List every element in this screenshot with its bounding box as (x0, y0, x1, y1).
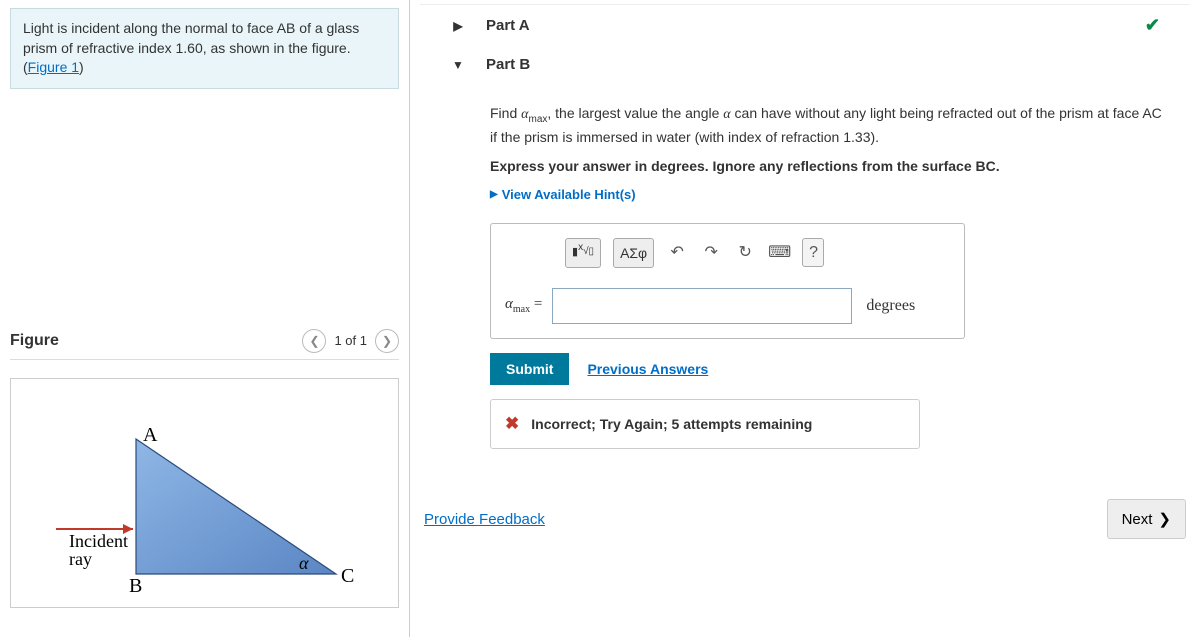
figure-section: Figure ❮ 1 of 1 ❯ A B C (10, 329, 399, 608)
label-alpha: α (299, 553, 309, 573)
submit-row: Submit Previous Answers (490, 353, 1172, 385)
answer-toolbar: ▮x√▯ ΑΣφ ↶ ↷ ↻ ⌨ ? (565, 238, 950, 268)
label-C: C (341, 565, 354, 587)
caret-down-icon: ▼ (450, 58, 466, 72)
part-b-content: Find αmax, the largest value the angle α… (420, 83, 1190, 459)
right-panel: ▶ Part A ✔ ▼ Part B Find αmax, the large… (410, 0, 1200, 637)
greek-tool-button[interactable]: ΑΣφ (613, 238, 654, 268)
problem-intro: Light is incident along the normal to fa… (10, 8, 399, 89)
feedback-text: Incorrect; Try Again; 5 attempts remaini… (531, 414, 812, 434)
chevron-right-icon: ❯ (1158, 510, 1171, 528)
label-ray: ray (69, 549, 92, 569)
help-button[interactable]: ? (802, 238, 824, 267)
caret-right-icon: ▶ (490, 188, 498, 203)
answer-box: ▮x√▯ ΑΣφ ↶ ↷ ↻ ⌨ ? αmax = degrees (490, 223, 965, 339)
caret-right-icon: ▶ (450, 19, 466, 33)
view-hints-link[interactable]: ▶ View Available Hint(s) (490, 186, 636, 205)
label-incident: Incident (69, 531, 128, 551)
reset-icon[interactable]: ↻ (734, 241, 756, 264)
intro-text-after: ) (79, 59, 84, 75)
figure-link[interactable]: Figure 1 (28, 59, 79, 75)
figure-canvas: A B C α Incident ray (10, 378, 399, 608)
provide-feedback-link[interactable]: Provide Feedback (424, 511, 545, 528)
input-var-label: αmax = (505, 294, 542, 318)
label-A: A (143, 424, 158, 446)
unit-label: degrees (866, 294, 915, 317)
feedback-box: ✖ Incorrect; Try Again; 5 attempts remai… (490, 399, 920, 450)
figure-title: Figure (10, 332, 59, 350)
next-button[interactable]: Next ❯ (1107, 499, 1186, 539)
answer-input-row: αmax = degrees (505, 288, 950, 324)
footer-row: Provide Feedback Next ❯ (420, 499, 1190, 539)
part-a-label: Part A (486, 17, 530, 34)
left-panel: Light is incident along the normal to fa… (0, 0, 410, 637)
previous-answers-link[interactable]: Previous Answers (587, 359, 708, 379)
label-B: B (129, 575, 142, 597)
part-b-prompt: Find αmax, the largest value the angle α… (490, 103, 1172, 148)
figure-nav: ❮ 1 of 1 ❯ (302, 329, 399, 353)
prism-diagram: A B C α Incident ray (31, 399, 361, 599)
express-instruction: Express your answer in degrees. Ignore a… (490, 156, 1172, 176)
part-b-header[interactable]: ▼ Part B (420, 46, 1190, 83)
part-b-label: Part B (486, 56, 530, 73)
template-tool-button[interactable]: ▮x√▯ (565, 238, 601, 268)
undo-icon[interactable]: ↶ (666, 241, 688, 264)
figure-next-button[interactable]: ❯ (375, 329, 399, 353)
redo-icon[interactable]: ↷ (700, 241, 722, 264)
incorrect-icon: ✖ (505, 412, 519, 437)
submit-button[interactable]: Submit (490, 353, 569, 385)
part-a-header[interactable]: ▶ Part A ✔ (420, 4, 1190, 46)
figure-page-indicator: 1 of 1 (334, 333, 367, 348)
answer-input[interactable] (552, 288, 852, 324)
keyboard-icon[interactable]: ⌨ (768, 241, 790, 264)
figure-header: Figure ❮ 1 of 1 ❯ (10, 329, 399, 360)
figure-prev-button[interactable]: ❮ (302, 329, 326, 353)
check-icon: ✔ (1145, 15, 1160, 36)
